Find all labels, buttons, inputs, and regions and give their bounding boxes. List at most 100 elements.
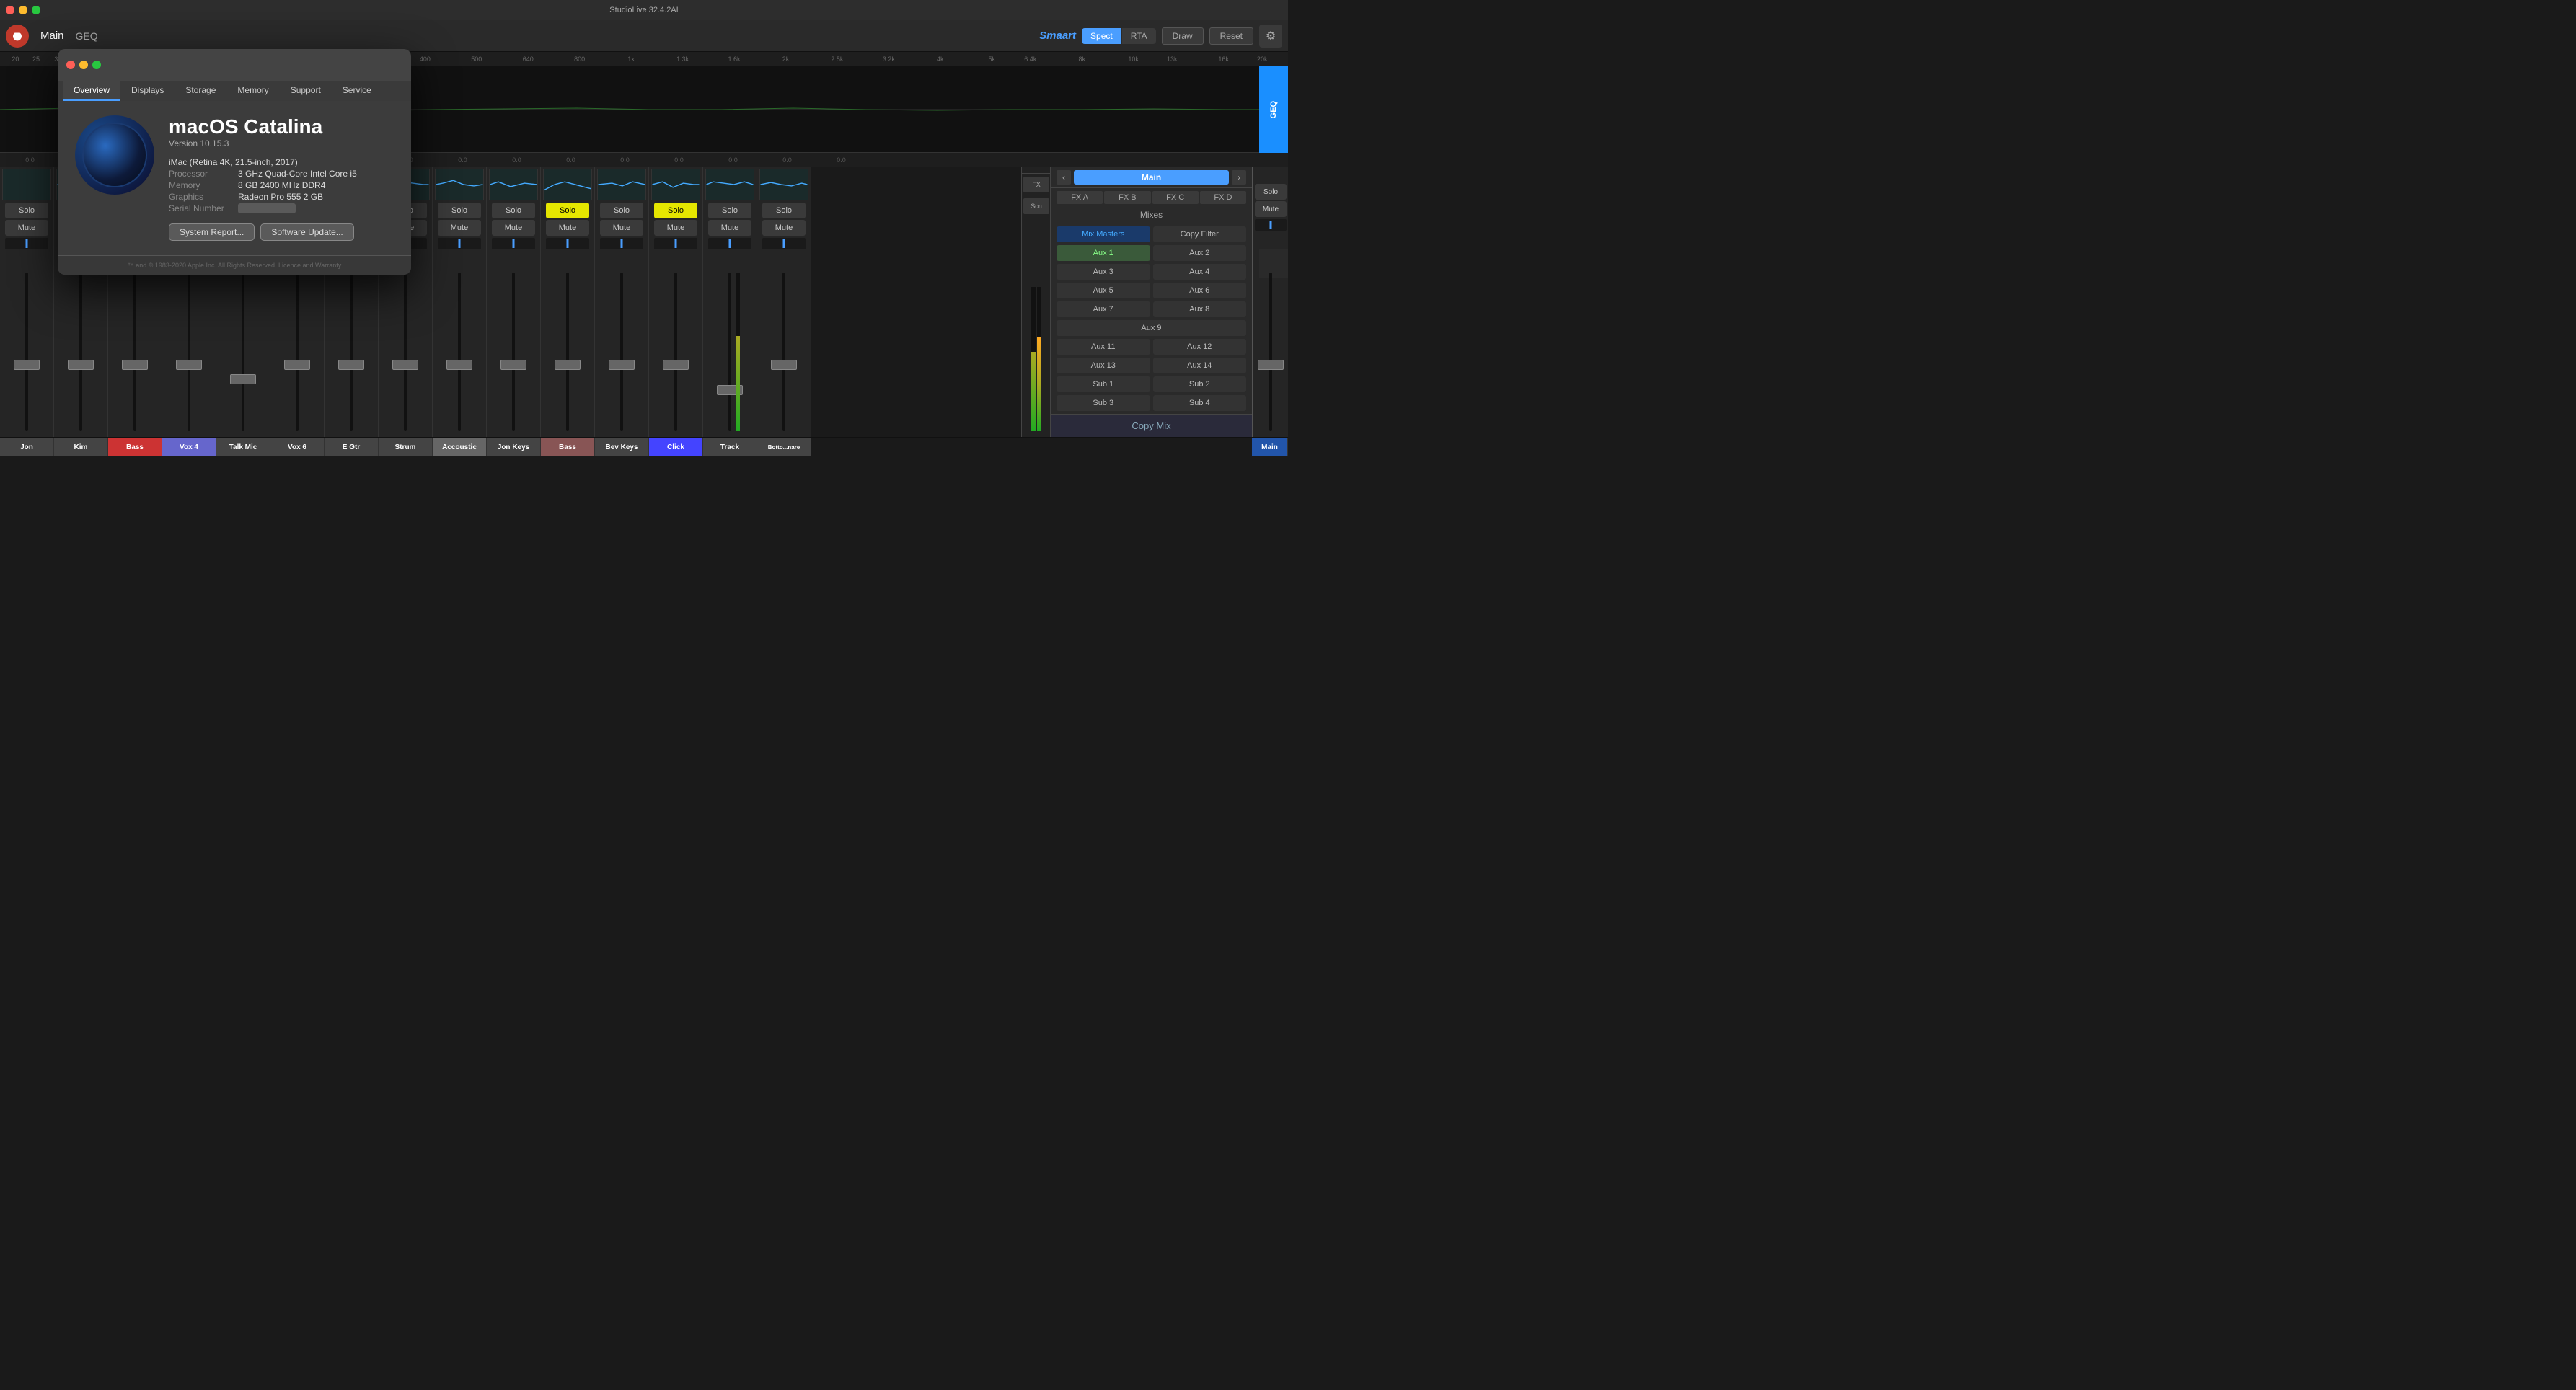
- aux13-btn[interactable]: Aux 13: [1057, 358, 1150, 373]
- copy-mix-button[interactable]: Copy Mix: [1051, 414, 1252, 437]
- fader-handle-bass[interactable]: [122, 360, 148, 370]
- sub3-btn[interactable]: Sub 3: [1057, 395, 1150, 411]
- solo-btn-click[interactable]: Solo: [654, 203, 697, 218]
- copy-filter-btn[interactable]: Copy Filter: [1153, 226, 1247, 242]
- fader-handle-jonkeys[interactable]: [500, 360, 526, 370]
- tab-memory[interactable]: Memory: [227, 81, 278, 101]
- master-mute-btn[interactable]: Mute: [1255, 201, 1287, 217]
- pan-bevkeys[interactable]: [600, 238, 643, 249]
- spec-serial: Serial Number: [169, 203, 394, 213]
- tab-overview[interactable]: Overview: [63, 81, 120, 101]
- level-fill-track: [736, 336, 740, 431]
- fader-handle-vox6[interactable]: [284, 360, 310, 370]
- fxa-tab[interactable]: FX A: [1057, 191, 1103, 204]
- dialog-min-btn[interactable]: [79, 61, 88, 69]
- solo-btn-track[interactable]: Solo: [708, 203, 751, 218]
- fader-handle-accoustic[interactable]: [446, 360, 472, 370]
- aux14-btn[interactable]: Aux 14: [1153, 358, 1247, 373]
- solo-btn-bottonare[interactable]: Solo: [762, 203, 806, 218]
- system-report-btn[interactable]: System Report...: [169, 223, 255, 241]
- tab-support[interactable]: Support: [281, 81, 331, 101]
- aux12-btn[interactable]: Aux 12: [1153, 339, 1247, 355]
- pan-jon[interactable]: [5, 238, 48, 249]
- close-button[interactable]: [6, 6, 14, 14]
- fader-handle-vox4[interactable]: [176, 360, 202, 370]
- scn-edge-btn[interactable]: Scn: [1023, 198, 1049, 214]
- pan-bottonare[interactable]: [762, 238, 806, 249]
- fxb-tab[interactable]: FX B: [1104, 191, 1150, 204]
- master-solo-btn[interactable]: Solo: [1255, 184, 1287, 200]
- solo-btn-bass2[interactable]: Solo: [546, 203, 589, 218]
- solo-btn-bevkeys[interactable]: Solo: [600, 203, 643, 218]
- mixes-prev-btn[interactable]: ‹: [1057, 170, 1071, 185]
- fader-handle-bottonare[interactable]: [771, 360, 797, 370]
- tab-service[interactable]: Service: [332, 81, 381, 101]
- pan-bass2[interactable]: [546, 238, 589, 249]
- fader-track-click: [674, 273, 677, 431]
- mute-btn-click[interactable]: Mute: [654, 220, 697, 236]
- dialog-close-btn[interactable]: [66, 61, 75, 69]
- aux11-btn[interactable]: Aux 11: [1057, 339, 1150, 355]
- fxc-tab[interactable]: FX C: [1152, 191, 1199, 204]
- sub4-btn[interactable]: Sub 4: [1153, 395, 1247, 411]
- aux8-btn[interactable]: Aux 8: [1153, 301, 1247, 317]
- pan-jonkeys[interactable]: [492, 238, 535, 249]
- mute-btn-bass2[interactable]: Mute: [546, 220, 589, 236]
- fader-handle-egtr[interactable]: [338, 360, 364, 370]
- spect-tab[interactable]: Spect: [1082, 28, 1121, 44]
- mix-masters-btn[interactable]: Mix Masters: [1057, 226, 1150, 242]
- software-update-btn[interactable]: Software Update...: [260, 223, 353, 241]
- draw-button[interactable]: Draw: [1162, 27, 1204, 45]
- aux6-btn[interactable]: Aux 6: [1153, 283, 1247, 298]
- title-bar: StudioLive 32.4.2AI: [0, 0, 1288, 20]
- fader-handle-bass2[interactable]: [555, 360, 581, 370]
- about-dialog: Overview Displays Storage Memory Support…: [58, 49, 411, 275]
- master-pan[interactable]: [1255, 219, 1287, 231]
- aux3-btn[interactable]: Aux 3: [1057, 264, 1150, 280]
- sub2-btn[interactable]: Sub 2: [1153, 376, 1247, 392]
- mute-btn-track[interactable]: Mute: [708, 220, 751, 236]
- fader-handle-talkmic[interactable]: [230, 374, 256, 384]
- computer-value: iMac (Retina 4K, 21.5-inch, 2017): [169, 157, 298, 167]
- pan-accoustic[interactable]: [438, 238, 481, 249]
- mute-btn-bevkeys[interactable]: Mute: [600, 220, 643, 236]
- fader-handle-kim[interactable]: [68, 360, 94, 370]
- pan-track[interactable]: [708, 238, 751, 249]
- tab-displays[interactable]: Displays: [121, 81, 174, 101]
- aux9-btn[interactable]: Aux 9: [1057, 320, 1246, 336]
- ch-names-spacer: [811, 438, 1252, 454]
- aux7-btn[interactable]: Aux 7: [1057, 301, 1150, 317]
- sub1-btn[interactable]: Sub 1: [1057, 376, 1150, 392]
- pan-click[interactable]: [654, 238, 697, 249]
- dialog-max-btn[interactable]: [92, 61, 101, 69]
- power-button[interactable]: [6, 25, 29, 48]
- mixes-next-btn[interactable]: ›: [1232, 170, 1246, 185]
- rta-tab[interactable]: RTA: [1122, 28, 1156, 44]
- maximize-button[interactable]: [32, 6, 40, 14]
- fx-edge-btn[interactable]: FX: [1023, 177, 1049, 192]
- solo-btn-jonkeys[interactable]: Solo: [492, 203, 535, 218]
- master-fill-r: [1037, 337, 1041, 431]
- fxd-tab[interactable]: FX D: [1200, 191, 1246, 204]
- reset-button[interactable]: Reset: [1209, 27, 1253, 45]
- solo-btn-jon[interactable]: Solo: [5, 203, 48, 218]
- mute-btn-jon[interactable]: Mute: [5, 220, 48, 236]
- solo-btn-accoustic[interactable]: Solo: [438, 203, 481, 218]
- master-fader-handle[interactable]: [1258, 360, 1284, 370]
- mute-btn-jonkeys[interactable]: Mute: [492, 220, 535, 236]
- minimize-button[interactable]: [19, 6, 27, 14]
- mute-btn-bottonare[interactable]: Mute: [762, 220, 806, 236]
- aux1-btn[interactable]: Aux 1: [1057, 245, 1150, 261]
- aux2-btn[interactable]: Aux 2: [1153, 245, 1247, 261]
- tab-storage[interactable]: Storage: [175, 81, 226, 101]
- fader-handle-strum[interactable]: [392, 360, 418, 370]
- spec-processor: Processor 3 GHz Quad-Core Intel Core i5: [169, 169, 394, 179]
- fader-handle-bevkeys[interactable]: [609, 360, 635, 370]
- aux5-btn[interactable]: Aux 5: [1057, 283, 1150, 298]
- settings-button[interactable]: ⚙: [1259, 25, 1282, 48]
- aux4-btn[interactable]: Aux 4: [1153, 264, 1247, 280]
- mute-btn-accoustic[interactable]: Mute: [438, 220, 481, 236]
- fader-handle-jon[interactable]: [14, 360, 40, 370]
- fader-handle-click[interactable]: [663, 360, 689, 370]
- geq-right-button[interactable]: GEQ: [1259, 66, 1288, 153]
